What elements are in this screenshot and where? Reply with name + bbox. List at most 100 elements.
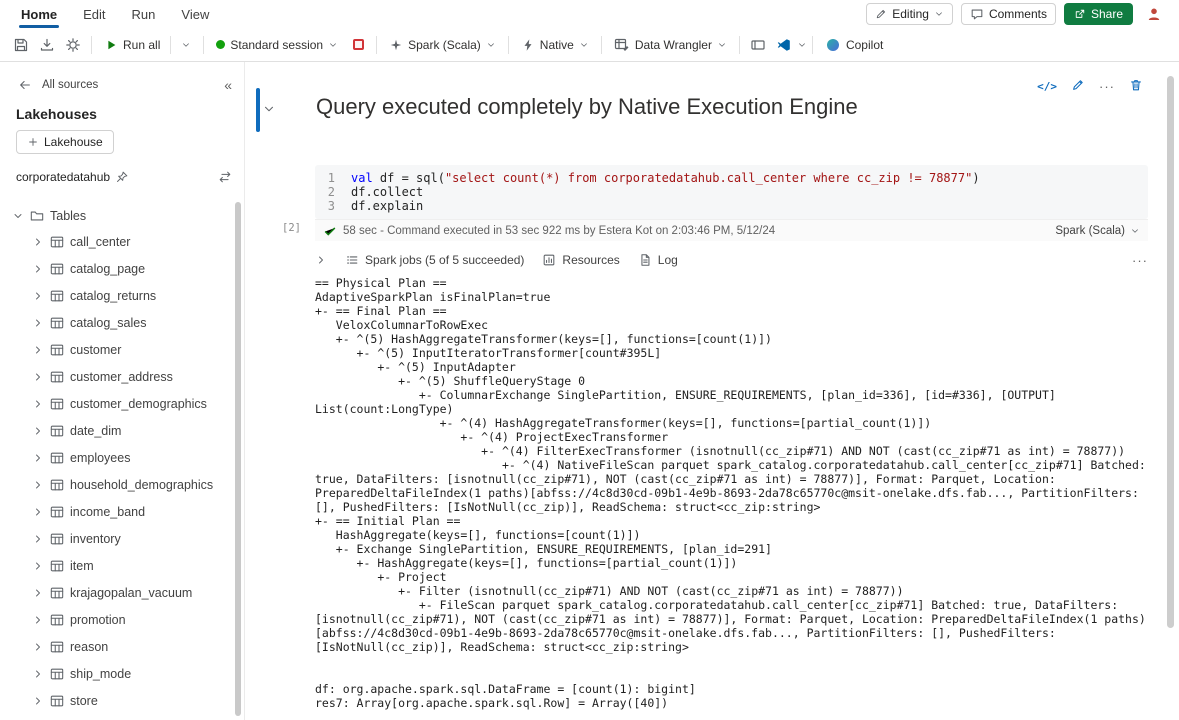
chevron-right-icon[interactable] <box>32 371 44 383</box>
table-item-item[interactable]: item <box>0 552 244 579</box>
vscode-button[interactable] <box>771 32 797 58</box>
data-wrangler-button[interactable]: Data Wrangler <box>607 32 734 58</box>
tab-spark-jobs[interactable]: Spark jobs (5 of 5 succeeded) <box>345 253 524 267</box>
chevron-down-icon <box>1130 226 1140 236</box>
chevron-right-icon[interactable] <box>32 398 44 410</box>
table-item-label: income_band <box>70 504 146 519</box>
kernel-label: Spark (Scala) <box>1055 224 1125 237</box>
comments-button[interactable]: Comments <box>960 3 1056 25</box>
vscode-icon <box>776 37 792 53</box>
switch-lakehouse-icon[interactable] <box>218 170 232 184</box>
chevron-down-icon[interactable] <box>12 210 24 222</box>
table-item-income-band[interactable]: income_band <box>0 498 244 525</box>
markdown-cell-title[interactable]: Query executed completely by Native Exec… <box>316 94 858 120</box>
code-editor[interactable]: 1 val df = sql("select count(*) from cor… <box>315 165 1148 219</box>
sidebar-scrollbar[interactable] <box>235 202 241 716</box>
table-item-catalog-returns[interactable]: catalog_returns <box>0 282 244 309</box>
menu-tab-view[interactable]: View <box>168 0 222 28</box>
convert-to-code-button[interactable]: </> <box>1037 80 1057 93</box>
run-all-button[interactable]: Run all <box>97 32 198 58</box>
copilot-button[interactable]: Copilot <box>818 32 890 58</box>
chevron-right-icon[interactable] <box>32 614 44 626</box>
stop-session-button[interactable] <box>345 32 371 58</box>
pin-icon[interactable] <box>116 171 128 183</box>
plain-token: df = sql( <box>372 171 445 185</box>
add-lakehouse-button[interactable]: Lakehouse <box>16 130 114 154</box>
table-item-promotion[interactable]: promotion <box>0 606 244 633</box>
table-item-employees[interactable]: employees <box>0 444 244 471</box>
chevron-right-icon[interactable] <box>32 587 44 599</box>
menu-tab-view-label: View <box>181 6 210 22</box>
menu-tab-edit-label: Edit <box>83 6 106 22</box>
chevron-right-icon[interactable] <box>32 560 44 572</box>
table-item-krajagopalan-vacuum[interactable]: krajagopalan_vacuum <box>0 579 244 606</box>
menu-tab-edit[interactable]: Edit <box>70 0 118 28</box>
tab-log[interactable]: Log <box>638 253 678 267</box>
chevron-right-icon[interactable] <box>32 533 44 545</box>
log-icon <box>638 253 652 267</box>
chevron-right-icon[interactable] <box>32 344 44 356</box>
chevron-right-icon[interactable] <box>32 506 44 518</box>
chevron-right-icon[interactable] <box>32 452 44 464</box>
table-item-catalog-page[interactable]: catalog_page <box>0 255 244 282</box>
all-sources-label[interactable]: All sources <box>42 79 98 91</box>
comment-icon <box>970 7 984 21</box>
output-more-options-button[interactable]: ··· <box>1132 253 1148 268</box>
chevron-right-icon[interactable] <box>32 317 44 329</box>
table-icon <box>50 478 64 492</box>
chevron-down-icon[interactable] <box>797 40 807 50</box>
chevron-right-icon[interactable] <box>32 641 44 653</box>
chevron-right-icon[interactable] <box>32 425 44 437</box>
table-item-call-center[interactable]: call_center <box>0 228 244 255</box>
chevron-right-icon[interactable] <box>32 695 44 707</box>
copilot-label: Copilot <box>845 37 884 52</box>
table-item-customer[interactable]: customer <box>0 336 244 363</box>
save-button[interactable] <box>8 32 34 58</box>
table-item-customer-address[interactable]: customer_address <box>0 363 244 390</box>
table-item-inventory[interactable]: inventory <box>0 525 244 552</box>
list-icon <box>345 253 359 267</box>
table-item-label: krajagopalan_vacuum <box>70 585 193 600</box>
line-number: 2 <box>327 185 335 199</box>
table-item-reason[interactable]: reason <box>0 633 244 660</box>
folder-icon <box>30 209 44 223</box>
layout-panel-button[interactable] <box>745 32 771 58</box>
kernel-selector[interactable]: Spark (Scala) <box>1055 225 1140 237</box>
table-icon <box>50 667 64 681</box>
chevron-right-icon[interactable] <box>32 263 44 275</box>
table-item-ship-mode[interactable]: ship_mode <box>0 660 244 687</box>
export-button[interactable] <box>34 32 60 58</box>
share-button[interactable]: Share <box>1063 3 1133 25</box>
edit-cell-button[interactable] <box>1071 78 1085 95</box>
cell-more-options-button[interactable]: ··· <box>1099 79 1115 94</box>
settings-button[interactable] <box>60 32 86 58</box>
lakehouse-item[interactable]: corporatedatahub <box>0 166 244 188</box>
table-item-catalog-sales[interactable]: catalog_sales <box>0 309 244 336</box>
language-selector[interactable]: Spark (Scala) <box>382 32 503 58</box>
menu-tab-home[interactable]: Home <box>8 0 70 28</box>
tree-root-tables[interactable]: Tables <box>0 204 244 228</box>
table-item-store[interactable]: store <box>0 687 244 714</box>
table-icon <box>50 586 64 600</box>
table-item-label: item <box>70 558 94 573</box>
table-item-household-demographics[interactable]: household_demographics <box>0 471 244 498</box>
tab-resources[interactable]: Resources <box>542 253 620 267</box>
account-button[interactable] <box>1141 1 1167 27</box>
chevron-right-icon[interactable] <box>32 479 44 491</box>
chevron-right-icon[interactable] <box>315 254 327 266</box>
collapse-cell-button[interactable] <box>262 102 276 119</box>
session-status-button[interactable]: Standard session <box>209 32 345 58</box>
engine-selector[interactable]: Native <box>514 32 596 58</box>
back-button[interactable] <box>16 76 34 94</box>
main-scrollbar[interactable] <box>1167 76 1174 628</box>
chevron-right-icon[interactable] <box>32 668 44 680</box>
menu-tab-run[interactable]: Run <box>119 0 169 28</box>
chevron-right-icon[interactable] <box>32 236 44 248</box>
chevron-right-icon[interactable] <box>32 290 44 302</box>
editing-mode-button[interactable]: Editing <box>866 3 953 25</box>
table-item-customer-demographics[interactable]: customer_demographics <box>0 390 244 417</box>
table-item-date-dim[interactable]: date_dim <box>0 417 244 444</box>
tab-log-label: Log <box>657 253 678 267</box>
collapse-sidebar-button[interactable]: « <box>224 78 232 92</box>
delete-cell-button[interactable] <box>1129 78 1143 95</box>
